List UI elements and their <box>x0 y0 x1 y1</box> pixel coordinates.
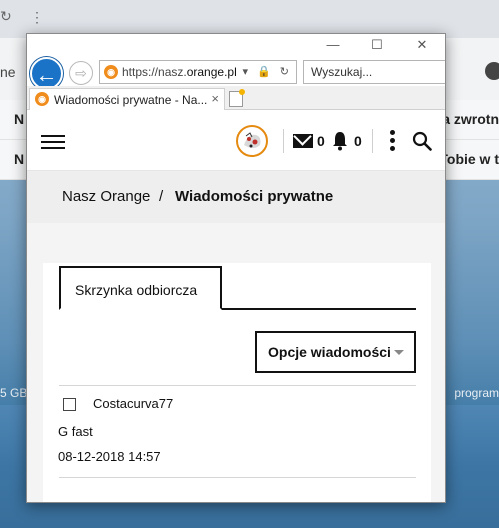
minimize-button[interactable]: — <box>321 37 345 53</box>
message-date: 08-12-2018 14:57 <box>58 449 161 464</box>
address-bar[interactable]: ◉ https://nasz.orange.pl ▾ 🔒 ↻ <box>99 60 297 84</box>
message-options-button[interactable]: Opcje wiadomości <box>255 331 416 373</box>
background-storage-text: 5 GB <box>0 386 28 400</box>
kebab-icon[interactable] <box>389 130 395 152</box>
mail-icon[interactable] <box>293 134 313 148</box>
tab-favicon-icon: ◉ <box>35 92 49 106</box>
search-input[interactable]: Wyszukaj... <box>303 60 445 84</box>
background-avatar-icon <box>485 62 499 80</box>
url-domain: orange.pl <box>186 65 237 79</box>
list-divider <box>59 477 416 478</box>
message-sender[interactable]: Costacurva77 <box>93 396 173 411</box>
background-program-text: program <box>454 386 499 400</box>
tab-inbox-label: Skrzynka odbiorcza <box>75 282 198 298</box>
header-divider <box>372 129 373 153</box>
background-row-fragment: Tobie w t <box>439 151 499 167</box>
maximize-button[interactable]: ☐ <box>365 37 389 53</box>
mail-count: 0 <box>317 133 325 149</box>
window-titlebar: — ☐ ✕ <box>27 34 445 56</box>
background-menu-icon: ⋮ <box>30 9 44 25</box>
avatar[interactable] <box>236 125 268 157</box>
message-select-checkbox[interactable] <box>63 398 76 411</box>
list-divider <box>59 385 416 386</box>
url-prefix: https://nasz. <box>122 65 187 79</box>
breadcrumb-separator: / <box>159 188 164 205</box>
page-content: 0 0 Nasz Orange / Wiadomości prywatne Sk… <box>27 111 445 502</box>
menu-icon[interactable] <box>41 135 65 149</box>
tab-inbox[interactable]: Skrzynka odbiorcza <box>59 266 222 310</box>
header-divider <box>283 129 284 153</box>
background-row-letter: N <box>14 111 25 127</box>
search-icon[interactable] <box>412 131 432 151</box>
background-refresh-icon: ↻ <box>0 8 12 24</box>
message-subject[interactable]: G fast <box>58 424 93 439</box>
background-row-fragment: a zwrotn <box>442 111 499 127</box>
new-tab-icon[interactable] <box>229 89 245 107</box>
site-favicon-icon: ◉ <box>104 65 118 79</box>
site-header: 0 0 <box>27 111 445 171</box>
tab-title: Wiadomości prywatne - Na... <box>54 93 208 107</box>
page-title: Wiadomości prywatne <box>175 188 334 205</box>
message-options-label: Opcje wiadomości <box>268 344 391 360</box>
bell-icon[interactable] <box>332 131 348 151</box>
tab-strip: ◉ Wiadomości prywatne - Na... × <box>27 86 445 110</box>
address-toolbar: ← ⇨ ◉ https://nasz.orange.pl ▾ 🔒 ↻ Wyszu… <box>27 56 445 90</box>
tab-private-messages[interactable]: ◉ Wiadomości prywatne - Na... × <box>29 88 225 110</box>
url-text[interactable]: https://nasz.orange.pl <box>122 65 237 79</box>
tab-close-icon[interactable]: × <box>211 91 219 106</box>
browser-window: — ☐ ✕ ← ⇨ ◉ https://nasz.orange.pl ▾ 🔒 ↻… <box>26 33 446 503</box>
notification-count: 0 <box>354 133 362 149</box>
breadcrumb-root-link[interactable]: Nasz Orange <box>62 188 150 205</box>
close-window-button[interactable]: ✕ <box>410 37 434 53</box>
forward-button[interactable]: ⇨ <box>69 61 93 85</box>
content-area: Skrzynka odbiorcza Opcje wiadomości Cost… <box>27 223 445 502</box>
address-bar-icons[interactable]: ▾ 🔒 ↻ <box>242 65 292 78</box>
messages-card: Skrzynka odbiorcza Opcje wiadomości Cost… <box>43 263 431 502</box>
breadcrumb: Nasz Orange / Wiadomości prywatne <box>27 171 445 223</box>
background-text-fragment: ne <box>0 64 16 80</box>
chevron-down-icon <box>394 350 404 355</box>
background-row-letter: N <box>14 151 25 167</box>
